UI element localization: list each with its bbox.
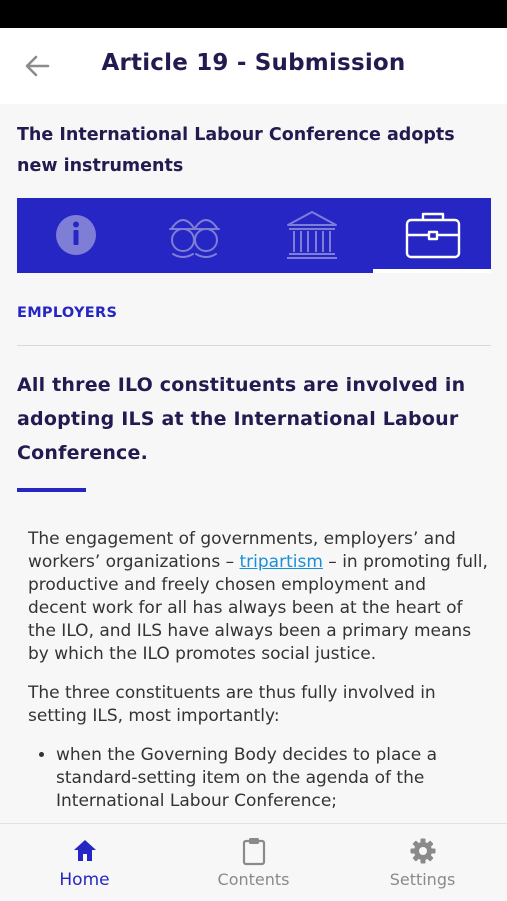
nav-home-label: Home [59,870,110,890]
app-bar: Article 19 - Submission [0,28,507,104]
section-label: EMPLOYERS [17,305,118,321]
nav-contents-label: Contents [217,870,290,889]
paragraph: The three constituents are thus fully in… [28,683,436,726]
divider [17,345,491,346]
info-icon [56,215,96,255]
clipboard-icon [242,838,266,866]
bullet-list: when the Governing Body decides to place… [28,744,488,808]
constituent-tabs [17,198,491,273]
heading-underline [17,488,86,492]
tab-info[interactable] [17,198,135,273]
list-item: when the Governing Body decides to place… [56,744,488,808]
status-bar [0,0,507,28]
tab-employers[interactable] [373,198,491,273]
paragraph: The engagement of governments, employers… [28,529,488,664]
nav-contents[interactable]: Contents [169,824,338,901]
page-title: Article 19 - Submission [101,50,406,76]
section-heading: All three ILO constituents are involved … [17,374,466,464]
tab-workers[interactable] [135,198,253,273]
tab-governments[interactable] [253,198,371,273]
home-icon [74,840,96,861]
government-building-icon [287,211,337,259]
nav-settings-label: Settings [389,870,456,889]
selected-tab-indicator [373,269,491,273]
page-subtitle: The International Labour Conference adop… [17,125,455,176]
briefcase-icon [405,212,461,259]
nav-settings[interactable]: Settings [338,824,507,901]
nav-home[interactable]: Home [0,824,169,901]
bottom-navigation: Home Contents Settings [0,823,507,901]
gear-icon [410,838,436,864]
workers-icon [169,219,220,258]
article-body: The engagement of governments, employers… [28,528,488,808]
tripartism-link[interactable]: tripartism [240,552,323,572]
